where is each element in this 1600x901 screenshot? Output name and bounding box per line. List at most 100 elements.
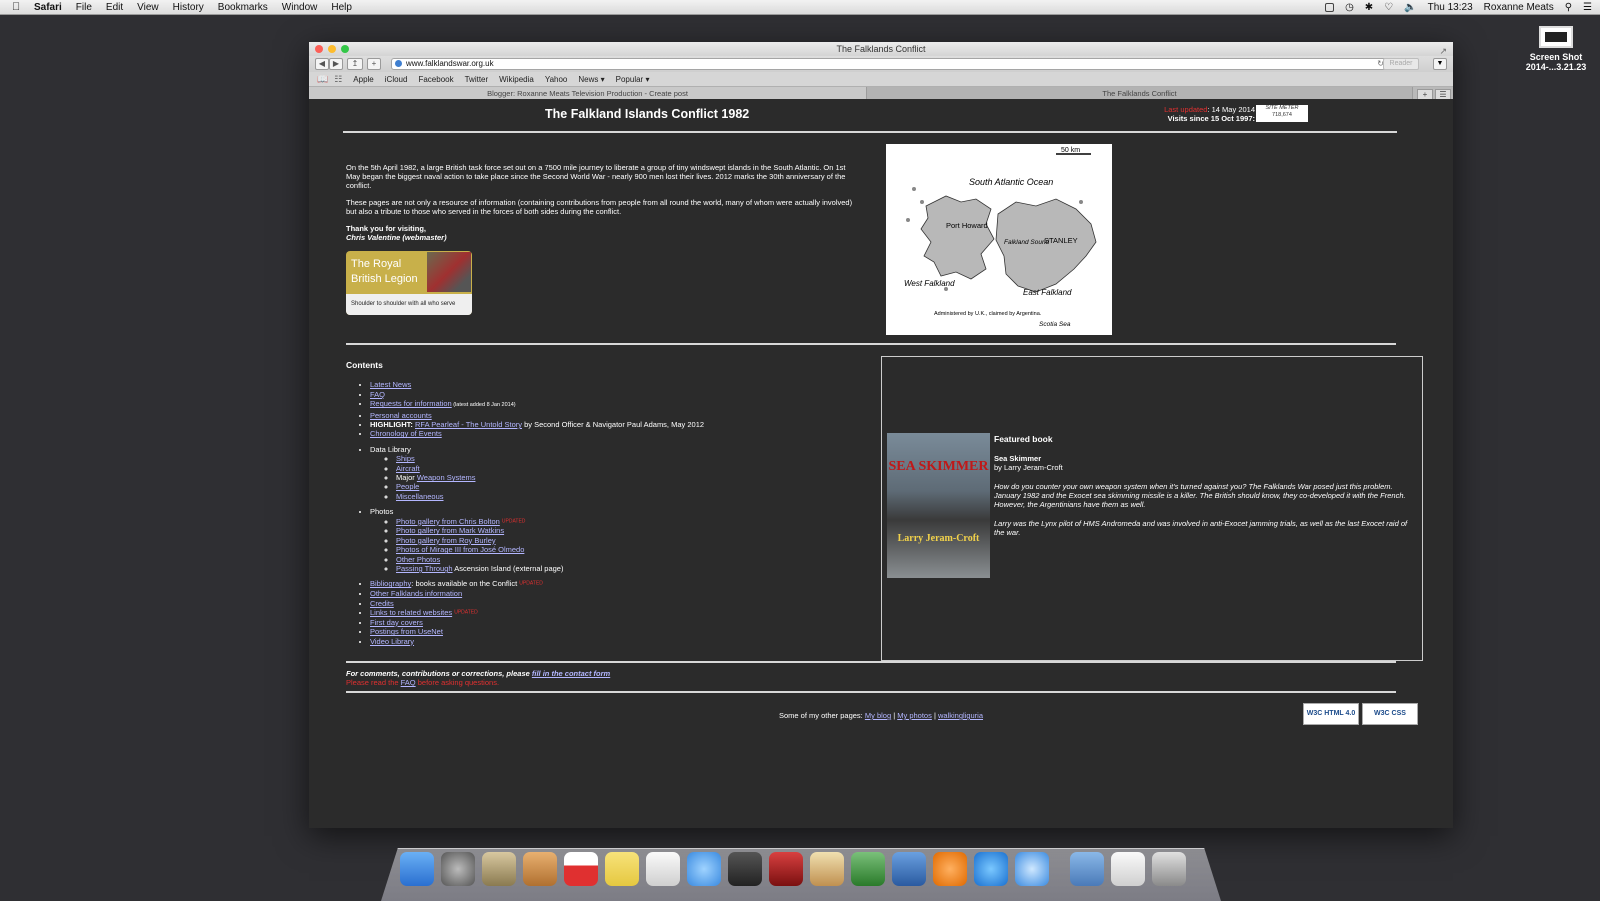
apple-menu-icon[interactable]:  bbox=[12, 1, 26, 13]
list-item: Links to related websites UPDATED bbox=[370, 608, 866, 618]
link-credits[interactable]: Credits bbox=[370, 599, 394, 608]
link-my-blog[interactable]: My blog bbox=[865, 711, 891, 720]
user-name[interactable]: Roxanne Meats bbox=[1484, 2, 1554, 13]
link-my-photos[interactable]: My photos bbox=[897, 711, 932, 720]
link-gallery-mark-watkins[interactable]: Photo gallery from Mark Watkins bbox=[396, 526, 504, 535]
contacts-icon[interactable] bbox=[523, 852, 557, 886]
menu-window[interactable]: Window bbox=[282, 2, 318, 13]
share-icon[interactable]: ↥ bbox=[347, 58, 363, 70]
bluetooth-icon[interactable]: ✱ bbox=[1365, 2, 1373, 13]
folder-icon[interactable] bbox=[1070, 852, 1104, 886]
finder-icon[interactable] bbox=[400, 852, 434, 886]
add-icon[interactable]: + bbox=[367, 58, 381, 70]
wifi-icon[interactable]: ♡ bbox=[1384, 2, 1393, 13]
volume-icon[interactable]: 🔈 bbox=[1404, 2, 1416, 13]
calendar-icon[interactable] bbox=[564, 852, 598, 886]
link-video-library[interactable]: Video Library bbox=[370, 637, 414, 646]
link-first-day-covers[interactable]: First day covers bbox=[370, 618, 423, 627]
facetime-icon[interactable] bbox=[728, 852, 762, 886]
link-faq[interactable]: FAQ bbox=[370, 390, 385, 399]
safari-icon[interactable] bbox=[1015, 852, 1049, 886]
link-gallery-chris-bolton[interactable]: Photo gallery from Chris Bolton bbox=[396, 517, 500, 526]
app-store-icon[interactable] bbox=[974, 852, 1008, 886]
site-meter-label: SITE METER bbox=[1265, 105, 1299, 111]
bookmark-news[interactable]: News ▾ bbox=[578, 75, 604, 84]
link-aircraft[interactable]: Aircraft bbox=[396, 464, 420, 473]
read-suffix: before asking questions. bbox=[415, 678, 500, 687]
bookmark-wikipedia[interactable]: Wikipedia bbox=[499, 75, 534, 84]
back-button[interactable]: ◀ bbox=[315, 58, 329, 70]
link-contact-form[interactable]: fill in the contact form bbox=[532, 669, 610, 678]
bookmark-yahoo[interactable]: Yahoo bbox=[545, 75, 568, 84]
link-chronology[interactable]: Chronology of Events bbox=[370, 429, 442, 438]
royal-british-legion-banner[interactable]: The Royal British Legion Shoulder to sho… bbox=[346, 251, 472, 315]
zoom-window-icon[interactable] bbox=[341, 45, 349, 53]
book-cover[interactable]: SEA SKIMMER Larry Jeram-Croft bbox=[887, 433, 990, 578]
time-machine-icon[interactable]: ◷ bbox=[1345, 2, 1354, 13]
link-gallery-roy-burley[interactable]: Photo gallery from Roy Burley bbox=[396, 536, 496, 545]
menu-file[interactable]: File bbox=[76, 2, 92, 13]
notes-icon[interactable] bbox=[605, 852, 639, 886]
legion-photo bbox=[427, 252, 471, 292]
reminders-icon[interactable] bbox=[646, 852, 680, 886]
downloads-icon[interactable]: ▼ bbox=[1433, 58, 1447, 70]
link-rfa-pearleaf[interactable]: RFA Pearleaf - The Untold Story bbox=[415, 420, 522, 429]
messages-icon[interactable] bbox=[687, 852, 721, 886]
spotlight-icon[interactable]: ⚲ bbox=[1565, 2, 1572, 13]
menu-history[interactable]: History bbox=[173, 2, 204, 13]
link-requests[interactable]: Requests for information bbox=[370, 399, 452, 408]
w3c-html-badge[interactable]: W3C HTML 4.0 bbox=[1303, 703, 1359, 725]
link-faq-footer[interactable]: FAQ bbox=[401, 678, 416, 687]
top-sites-grid-icon[interactable]: ☷ bbox=[334, 74, 342, 85]
bookmark-facebook[interactable]: Facebook bbox=[418, 75, 453, 84]
link-people[interactable]: People bbox=[396, 482, 419, 491]
numbers-icon[interactable] bbox=[851, 852, 885, 886]
clock[interactable]: Thu 13:23 bbox=[1428, 2, 1473, 13]
link-bibliography[interactable]: Bibliography bbox=[370, 579, 411, 588]
link-passing-through[interactable]: Passing Through bbox=[396, 564, 453, 573]
link-usenet[interactable]: Postings from UseNet bbox=[370, 627, 443, 636]
desktop-screenshot-file[interactable]: Screen Shot 2014-...3.21.23 bbox=[1512, 26, 1600, 72]
screen-icon[interactable] bbox=[1325, 2, 1335, 12]
link-personal-accounts[interactable]: Personal accounts bbox=[370, 411, 432, 420]
bookmark-apple[interactable]: Apple bbox=[353, 75, 373, 84]
menu-bookmarks[interactable]: Bookmarks bbox=[218, 2, 268, 13]
w3c-css-badge[interactable]: W3C CSS bbox=[1362, 703, 1418, 725]
link-weapon-systems[interactable]: Weapon Systems bbox=[417, 473, 476, 482]
trash-icon[interactable] bbox=[1152, 852, 1186, 886]
link-miscellaneous[interactable]: Miscellaneous bbox=[396, 492, 444, 501]
list-item: Passing Through Ascension Island (extern… bbox=[396, 564, 866, 573]
bookmarks-book-icon[interactable]: 📖 bbox=[317, 74, 328, 85]
address-bar[interactable]: www.falklandswar.org.uk ↻ bbox=[391, 58, 1389, 70]
document-icon[interactable] bbox=[1111, 852, 1145, 886]
link-latest-news[interactable]: Latest News bbox=[370, 380, 411, 389]
mail-icon[interactable] bbox=[482, 852, 516, 886]
bookmark-icloud[interactable]: iCloud bbox=[385, 75, 408, 84]
link-ships[interactable]: Ships bbox=[396, 454, 415, 463]
minimize-window-icon[interactable] bbox=[328, 45, 336, 53]
keynote-icon[interactable] bbox=[892, 852, 926, 886]
forward-button[interactable]: ▶ bbox=[329, 58, 343, 70]
ibooks-icon[interactable] bbox=[933, 852, 967, 886]
menu-help[interactable]: Help bbox=[331, 2, 352, 13]
bookmark-twitter[interactable]: Twitter bbox=[465, 75, 489, 84]
link-related-websites[interactable]: Links to related websites bbox=[370, 608, 452, 617]
data-library-label: Data Library bbox=[370, 444, 411, 454]
pages-icon[interactable] bbox=[810, 852, 844, 886]
list-item: Major Weapon Systems bbox=[396, 473, 866, 482]
launchpad-icon[interactable] bbox=[441, 852, 475, 886]
link-walkingliguria[interactable]: walkingliguria bbox=[938, 711, 983, 720]
menu-app[interactable]: Safari bbox=[34, 2, 62, 13]
bookmark-popular[interactable]: Popular ▾ bbox=[616, 75, 650, 84]
notification-icon[interactable]: ☰ bbox=[1583, 2, 1592, 13]
menu-edit[interactable]: Edit bbox=[106, 2, 123, 13]
link-mirage-photos[interactable]: Photos of Mirage III from José Olmedo bbox=[396, 545, 524, 554]
link-other-falklands-info[interactable]: Other Falklands information bbox=[370, 589, 462, 598]
photo-booth-icon[interactable] bbox=[769, 852, 803, 886]
reader-button[interactable]: Reader bbox=[1383, 58, 1419, 70]
close-window-icon[interactable] bbox=[315, 45, 323, 53]
site-meter-badge[interactable]: SITE METER 718,674 bbox=[1256, 105, 1308, 122]
link-other-photos[interactable]: Other Photos bbox=[396, 555, 440, 564]
divider-bottom bbox=[346, 691, 1396, 693]
menu-view[interactable]: View bbox=[137, 2, 159, 13]
